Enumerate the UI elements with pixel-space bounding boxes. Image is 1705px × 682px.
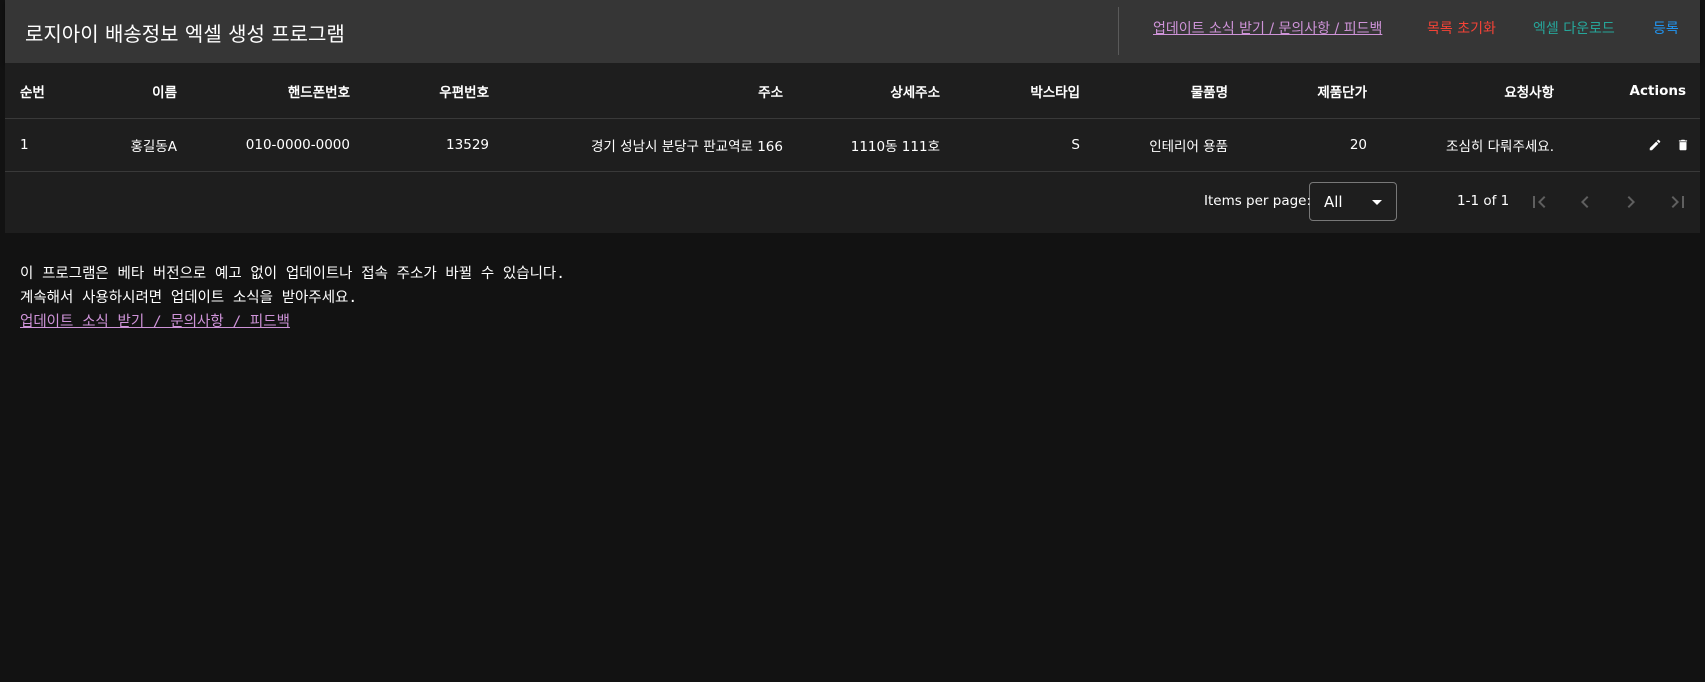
cell-actions [1554, 119, 1690, 171]
items-per-page-value: All [1324, 193, 1343, 211]
cell-request: 조심히 다뤄주세요. [1446, 139, 1554, 155]
table-header-row: 순번 이름 핸드폰번호 우편번호 주소 상세주소 박스타입 물품명 제품단가 요… [5, 63, 1700, 119]
cell-product-name: 인테리어 용품 [1149, 139, 1228, 155]
table-row: 1 홍길동A 010-0000-0000 13529 경기 성남시 분당구 판교… [5, 119, 1700, 172]
first-page-icon[interactable] [1527, 190, 1551, 214]
column-header-phone[interactable]: 핸드폰번호 [177, 63, 350, 118]
notice-updates-link[interactable]: 업데이트 소식 받기 / 문의사항 / 피드백 [20, 314, 290, 330]
updates-feedback-link[interactable]: 업데이트 소식 받기 / 문의사항 / 피드백 [1153, 18, 1382, 38]
column-header-address-detail[interactable]: 상세주소 [783, 63, 940, 118]
next-page-icon[interactable] [1619, 190, 1643, 214]
column-header-address[interactable]: 주소 [489, 63, 783, 118]
notice-line-2: 계속해서 사용하시려면 업데이트 소식을 받아주세요. [20, 290, 358, 306]
cell-index: 1 [20, 137, 29, 153]
toolbar-divider [1118, 7, 1119, 55]
column-header-postcode[interactable]: 우편번호 [350, 63, 489, 118]
column-header-unit-price[interactable]: 제품단가 [1228, 63, 1367, 118]
data-table: 순번 이름 핸드폰번호 우편번호 주소 상세주소 박스타입 물품명 제품단가 요… [5, 63, 1700, 233]
beta-notice: 이 프로그램은 베타 버전으로 예고 없이 업데이트나 접속 주소가 바뀔 수 … [20, 262, 565, 334]
dropdown-arrow-icon [1372, 200, 1382, 205]
cell-postcode: 13529 [446, 137, 489, 153]
table-footer: Items per page: All 1-1 of 1 [5, 172, 1700, 233]
excel-download-button[interactable]: 엑셀 다운로드 [1533, 18, 1615, 38]
column-header-actions: Actions [1629, 82, 1686, 99]
cell-unit-price: 20 [1349, 137, 1367, 153]
column-header-box-type[interactable]: 박스타입 [940, 63, 1080, 118]
cell-box-type: S [1071, 137, 1080, 153]
previous-page-icon[interactable] [1573, 190, 1597, 214]
app-bar: 로지아이 배송정보 엑셀 생성 프로그램 업데이트 소식 받기 / 문의사항 /… [5, 0, 1700, 63]
last-page-icon[interactable] [1666, 190, 1690, 214]
notice-line-1: 이 프로그램은 베타 버전으로 예고 없이 업데이트나 접속 주소가 바뀔 수 … [20, 266, 565, 282]
column-header-index[interactable]: 순번 [20, 63, 80, 118]
cell-address: 경기 성남시 분당구 판교역로 166 [591, 139, 783, 155]
column-header-request[interactable]: 요청사항 [1367, 63, 1554, 118]
cell-phone: 010-0000-0000 [245, 137, 350, 153]
page-range-text: 1-1 of 1 [1457, 193, 1510, 209]
pencil-icon[interactable] [1648, 138, 1662, 152]
reset-list-button[interactable]: 목록 초기화 [1427, 18, 1496, 38]
items-per-page-select[interactable]: All [1309, 182, 1397, 221]
column-header-name[interactable]: 이름 [80, 63, 177, 118]
cell-name: 홍길동A [130, 139, 178, 155]
items-per-page-label: Items per page: [1204, 193, 1312, 209]
trash-icon[interactable] [1676, 138, 1690, 152]
register-button[interactable]: 등록 [1653, 18, 1679, 38]
column-header-product-name[interactable]: 물품명 [1080, 63, 1228, 118]
cell-address-detail: 1110동 111호 [850, 139, 940, 155]
app-title: 로지아이 배송정보 엑셀 생성 프로그램 [25, 22, 345, 46]
